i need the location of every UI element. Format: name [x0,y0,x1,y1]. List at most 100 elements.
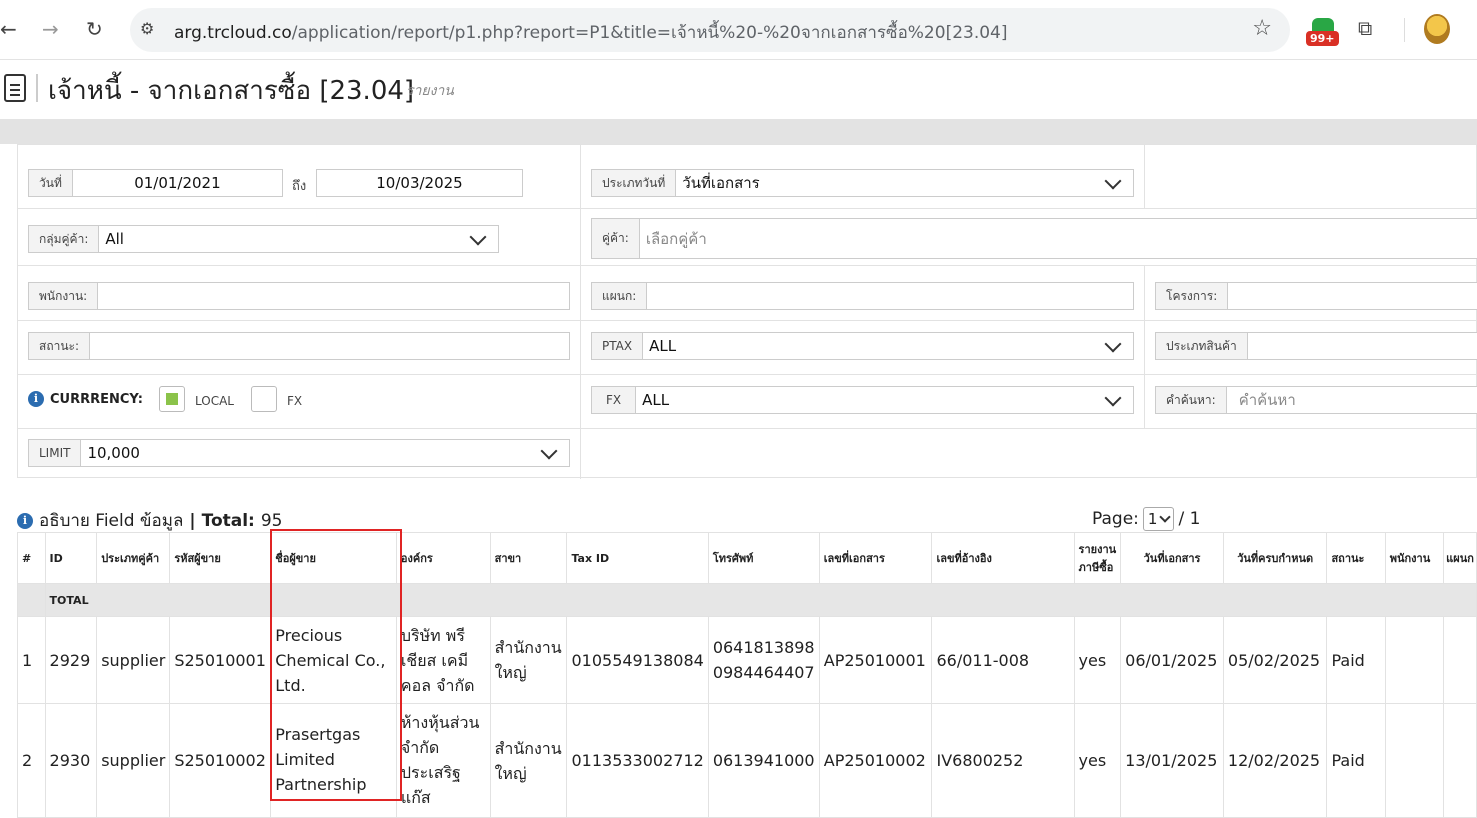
cell-ref-no: IV6800252 [931,703,1075,818]
column-header[interactable]: โทรศัพท์ [707,532,820,584]
cell-tax-id: 0113533002712 [566,703,709,818]
reload-icon[interactable]: ↻ [86,17,103,41]
cell-vendor-name: Precious Chemical Co., Ltd. [270,616,397,704]
cell-status: Paid [1326,703,1386,818]
page-current: 1 [1147,510,1158,528]
total-label: Total: [201,510,255,531]
column-header[interactable]: ID [44,532,98,584]
currency-local-label: LOCAL [195,394,234,408]
ptax-value[interactable]: ALL [643,337,1107,355]
table-row[interactable]: 2 2930 supplier S25010002 Prasertgas Lim… [17,703,1477,818]
project-field[interactable]: โครงการ: [1155,282,1477,310]
date-type-value[interactable]: วันที่เอกสาร [676,171,1107,195]
cell-tax-id: 0105549138084 [566,616,709,704]
search-input[interactable]: คำค้นหา [1227,388,1477,412]
column-header[interactable]: รหัสผู้ขาย [169,532,272,584]
chevron-down-icon [469,228,487,245]
employee-field[interactable]: พนักงาน: [28,282,570,310]
fx-select[interactable]: FX ALL [591,386,1134,414]
cell-no: 2 [17,703,46,818]
cell-branch: สำนักงานใหญ่ [489,616,568,704]
column-header[interactable]: สถานะ [1326,532,1386,584]
currency-local-checkbox[interactable] [159,386,185,412]
extension-badge: 99+ [1306,31,1339,46]
product-type-field[interactable]: ประเภทสินค้า [1155,332,1477,360]
column-header[interactable]: พนักงาน [1384,532,1445,584]
date-type-select[interactable]: ประเภทวันที่ วันที่เอกสาร [591,169,1134,197]
cell-id: 2930 [44,703,98,818]
column-header[interactable]: วันที่เอกสาร [1120,532,1224,584]
cell-tax-report: yes [1073,616,1122,704]
column-header[interactable]: แผนก [1443,532,1477,584]
url-text[interactable]: arg.trcloud.co/application/report/p1.php… [174,19,1008,46]
column-header[interactable]: องค์กร [395,532,491,584]
customer-group-value[interactable]: All [99,230,472,248]
cell-department [1443,703,1477,818]
ptax-select[interactable]: PTAX ALL [591,332,1134,360]
column-header[interactable]: ประเภทคู่ค้า [96,532,171,584]
cell-partner-type: supplier [96,703,171,818]
total-label-cell: TOTAL [44,583,1477,617]
profile-avatar[interactable] [1424,14,1450,44]
partner-label: คู่ค้า: [592,219,640,258]
table-row[interactable]: 1 2929 supplier S25010001 Precious Chemi… [17,616,1477,704]
partner-input[interactable]: เลือกคู่ค้า [640,227,1477,251]
chevron-down-icon [1104,335,1122,352]
date-from-field[interactable]: วันที่ 01/01/2021 [28,169,283,197]
department-field[interactable]: แผนก: [591,282,1134,310]
customer-group-label: กลุ่มคู่ค้า: [29,226,100,252]
site-settings-icon[interactable]: ⚙ [140,19,154,38]
info-icon[interactable]: i [28,391,44,407]
status-field[interactable]: สถานะ: [28,332,570,360]
cell-phone: 0613941000 [707,703,820,818]
info-icon[interactable]: i [17,512,33,529]
extensions-puzzle-icon[interactable]: ⧉ [1358,16,1372,40]
column-header[interactable]: วันที่ครบกำหนด [1222,532,1328,584]
bookmark-star-icon[interactable]: ☆ [1252,16,1272,41]
column-header[interactable]: Tax ID [566,532,709,584]
forward-arrow-icon[interactable]: → [42,17,59,41]
currency-fx-checkbox[interactable] [251,386,277,412]
page-subtitle: รายงาน [406,83,454,99]
date-to-field[interactable]: 10/03/2025 [316,169,523,197]
column-header[interactable]: เลขที่เอกสาร [818,532,933,584]
column-header[interactable]: สาขา [489,532,568,584]
date-to-value[interactable]: 10/03/2025 [317,174,522,192]
chevron-down-icon [1104,172,1122,189]
total-row: TOTAL [17,583,1477,617]
date-type-label: ประเภทวันที่ [592,170,677,196]
chevron-down-icon [540,442,558,459]
column-header[interactable]: ชื่อผู้ขาย [270,532,397,584]
address-bar[interactable]: ⚙ arg.trcloud.co/application/report/p1.p… [130,8,1290,52]
column-header[interactable]: # [17,532,46,584]
page-select[interactable]: 1 [1142,507,1175,531]
search-field[interactable]: คำค้นหา: คำค้นหา [1155,386,1477,414]
partner-field[interactable]: คู่ค้า: เลือกคู่ค้า [591,218,1477,259]
cell-doc-date: 13/01/2025 [1120,703,1224,818]
back-arrow-icon[interactable]: ← [0,17,17,41]
total-value: 95 [260,510,283,531]
cell-doc-no[interactable]: AP25010002 [818,703,933,818]
header-band [0,119,1477,144]
customer-group-select[interactable]: กลุ่มคู่ค้า: All [28,225,499,253]
limit-select[interactable]: LIMIT 10,000 [28,439,570,467]
date-from-value[interactable]: 01/01/2021 [73,174,282,192]
cell-phone: 0641813898 0984464407 [707,616,820,704]
cell-partner-type: supplier [96,616,171,704]
column-header[interactable]: รายงาน ภาษีซื้อ [1073,532,1122,584]
page-title: เจ้าหนี้ - จากเอกสารซื้อ [23.04] [48,76,415,106]
cell-branch: สำนักงานใหญ่ [489,703,568,818]
fx-value[interactable]: ALL [636,391,1107,409]
limit-value[interactable]: 10,000 [81,444,543,462]
currency-fx-label: FX [287,394,303,408]
fx-label: FX [592,387,637,413]
cell-doc-no[interactable]: AP25010001 [818,616,933,704]
browser-toolbar: ← → ↻ ⚙ arg.trcloud.co/application/repor… [0,0,1477,60]
field-description-link[interactable]: อธิบาย Field ข้อมูล [39,507,183,534]
cell-employee [1384,616,1445,704]
column-header[interactable]: เลขที่อ้างอิง [931,532,1075,584]
to-label: ถึง [292,179,307,194]
cell-ref-no: 66/011-008 [931,616,1075,704]
cell-organization: ห้างหุ้นส่วนจำกัด ประเสริฐแก๊ส [395,703,491,818]
report-table: # ID ประเภทคู่ค้า รหัสผู้ขาย ชื่อผู้ขาย … [17,532,1477,818]
